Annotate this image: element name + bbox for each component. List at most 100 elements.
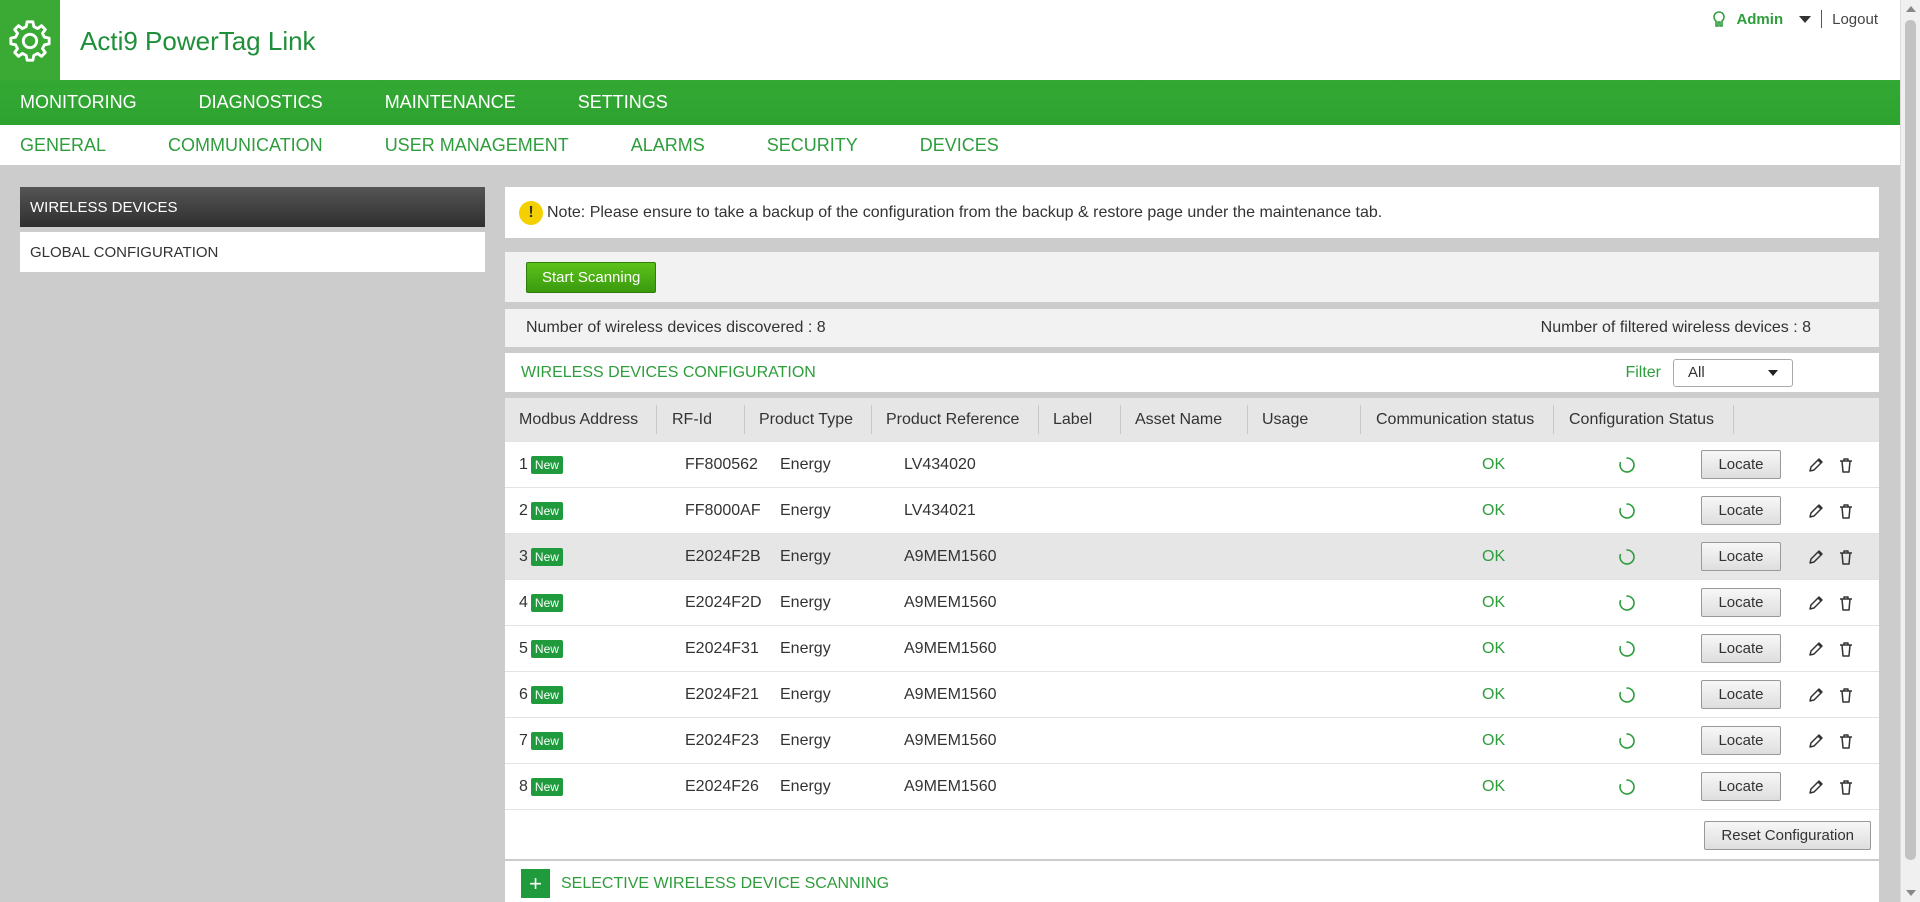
cell-rf-id: FF8000AF	[685, 502, 761, 519]
user-menu-caret-icon[interactable]	[1799, 15, 1812, 23]
locate-button[interactable]: Locate	[1701, 634, 1781, 663]
tab-communication[interactable]: COMMUNICATION	[148, 135, 343, 156]
filter-select[interactable]: All	[1673, 358, 1793, 387]
nav-maintenance[interactable]: MAINTENANCE	[365, 80, 536, 125]
table-row[interactable]: 2 New FF8000AF Energy LV434021 OK Locate	[505, 487, 1879, 533]
edit-pencil-icon[interactable]	[1807, 640, 1825, 658]
col-product-type[interactable]: Product Type	[759, 398, 853, 441]
cell-communication-status: OK	[1482, 778, 1506, 795]
table-row[interactable]: 7 New E2024F23 Energy A9MEM1560 OK Locate	[505, 717, 1879, 763]
page-scrollbar[interactable]	[1900, 0, 1920, 902]
col-label[interactable]: Label	[1053, 398, 1092, 441]
delete-trash-icon[interactable]	[1837, 502, 1855, 520]
cell-rf-id: E2024F23	[685, 732, 759, 749]
tab-security[interactable]: SECURITY	[747, 135, 878, 156]
edit-pencil-icon[interactable]	[1807, 686, 1825, 704]
nav-monitoring[interactable]: MONITORING	[0, 80, 157, 125]
nav-settings[interactable]: SETTINGS	[558, 80, 688, 125]
edit-pencil-icon[interactable]	[1807, 456, 1825, 474]
locate-button[interactable]: Locate	[1701, 542, 1781, 571]
cell-modbus-address: 5 New	[519, 626, 563, 672]
cell-modbus-address: 1 New	[519, 442, 563, 488]
delete-trash-icon[interactable]	[1837, 640, 1855, 658]
loading-spinner-icon	[1618, 640, 1636, 658]
locate-button[interactable]: Locate	[1701, 450, 1781, 479]
table-header: Modbus Address RF-Id Product Type Produc…	[505, 398, 1879, 441]
selective-scanning-title[interactable]: SELECTIVE WIRELESS DEVICE SCANNING	[561, 875, 889, 893]
devices-table: Modbus Address RF-Id Product Type Produc…	[505, 398, 1879, 859]
table-row[interactable]: 4 New E2024F2D Energy A9MEM1560 OK Locate	[505, 579, 1879, 625]
cell-product-reference: A9MEM1560	[904, 594, 997, 611]
scroll-down-icon[interactable]	[1906, 890, 1916, 896]
reset-configuration-button[interactable]: Reset Configuration	[1704, 821, 1871, 850]
col-usage[interactable]: Usage	[1262, 398, 1308, 441]
edit-pencil-icon[interactable]	[1807, 548, 1825, 566]
col-divider	[1360, 405, 1361, 434]
sidebar-item-wireless-devices[interactable]: WIRELESS DEVICES	[20, 187, 485, 227]
cell-product-reference: A9MEM1560	[904, 732, 997, 749]
modbus-address-value: 6	[519, 686, 528, 703]
new-badge: New	[530, 501, 563, 520]
table-row[interactable]: 1 New FF800562 Energy LV434020 OK Locate	[505, 441, 1879, 487]
cell-product-reference: A9MEM1560	[904, 640, 997, 657]
cell-product-type: Energy	[780, 594, 831, 611]
delete-trash-icon[interactable]	[1837, 778, 1855, 796]
locate-button[interactable]: Locate	[1701, 680, 1781, 709]
tab-alarms[interactable]: ALARMS	[611, 135, 725, 156]
logout-link[interactable]: Logout	[1832, 11, 1878, 28]
locate-button[interactable]: Locate	[1701, 772, 1781, 801]
modbus-address-value: 5	[519, 640, 528, 657]
new-badge: New	[530, 455, 563, 474]
col-asset-name[interactable]: Asset Name	[1135, 398, 1222, 441]
col-configuration-status[interactable]: Configuration Status	[1569, 398, 1714, 441]
cell-product-type: Energy	[780, 778, 831, 795]
tab-devices[interactable]: DEVICES	[900, 135, 1019, 156]
table-row[interactable]: 5 New E2024F31 Energy A9MEM1560 OK Locate	[505, 625, 1879, 671]
warning-icon: !	[519, 200, 543, 225]
cell-communication-status: OK	[1482, 640, 1506, 657]
nav-diagnostics[interactable]: DIAGNOSTICS	[179, 80, 343, 125]
locate-button[interactable]: Locate	[1701, 496, 1781, 525]
scroll-thumb[interactable]	[1905, 20, 1916, 860]
delete-trash-icon[interactable]	[1837, 732, 1855, 750]
col-divider	[1553, 405, 1554, 434]
sidebar: WIRELESS DEVICES GLOBAL CONFIGURATION	[20, 187, 485, 277]
locate-button[interactable]: Locate	[1701, 726, 1781, 755]
tab-general[interactable]: GENERAL	[0, 135, 126, 156]
col-product-reference[interactable]: Product Reference	[886, 398, 1019, 441]
secondary-nav: GENERAL COMMUNICATION USER MANAGEMENT AL…	[0, 125, 1900, 165]
edit-pencil-icon[interactable]	[1807, 502, 1825, 520]
delete-trash-icon[interactable]	[1837, 456, 1855, 474]
col-communication-status[interactable]: Communication status	[1376, 398, 1534, 441]
col-modbus-address[interactable]: Modbus Address	[519, 398, 638, 441]
locate-button[interactable]: Locate	[1701, 588, 1781, 617]
filter-value: All	[1688, 364, 1705, 381]
selective-scanning-panel: + SELECTIVE WIRELESS DEVICE SCANNING	[505, 861, 1879, 902]
cell-rf-id: E2024F2B	[685, 548, 761, 565]
filter-label: Filter	[1625, 363, 1661, 381]
scroll-up-icon[interactable]	[1906, 6, 1916, 12]
modbus-address-value: 8	[519, 778, 528, 795]
edit-pencil-icon[interactable]	[1807, 594, 1825, 612]
tab-user-management[interactable]: USER MANAGEMENT	[365, 135, 589, 156]
table-row[interactable]: 3 New E2024F2B Energy A9MEM1560 OK Locate	[505, 533, 1879, 579]
note-text: Note: Please ensure to take a backup of …	[547, 203, 1383, 221]
col-divider	[1733, 405, 1734, 434]
delete-trash-icon[interactable]	[1837, 548, 1855, 566]
edit-pencil-icon[interactable]	[1807, 778, 1825, 796]
cell-product-reference: A9MEM1560	[904, 778, 997, 795]
table-row[interactable]: 6 New E2024F21 Energy A9MEM1560 OK Locate	[505, 671, 1879, 717]
new-badge: New	[530, 593, 563, 612]
cell-modbus-address: 7 New	[519, 718, 563, 764]
col-rf-id[interactable]: RF-Id	[672, 398, 712, 441]
delete-trash-icon[interactable]	[1837, 686, 1855, 704]
cell-modbus-address: 4 New	[519, 580, 563, 626]
loading-spinner-icon	[1618, 502, 1636, 520]
edit-pencil-icon[interactable]	[1807, 732, 1825, 750]
table-row[interactable]: 8 New E2024F26 Energy A9MEM1560 OK Locate	[505, 763, 1879, 809]
sidebar-item-global-configuration[interactable]: GLOBAL CONFIGURATION	[20, 232, 485, 272]
start-scanning-button[interactable]: Start Scanning	[526, 261, 657, 293]
plus-icon[interactable]: +	[521, 869, 550, 898]
cell-rf-id: E2024F26	[685, 778, 759, 795]
delete-trash-icon[interactable]	[1837, 594, 1855, 612]
